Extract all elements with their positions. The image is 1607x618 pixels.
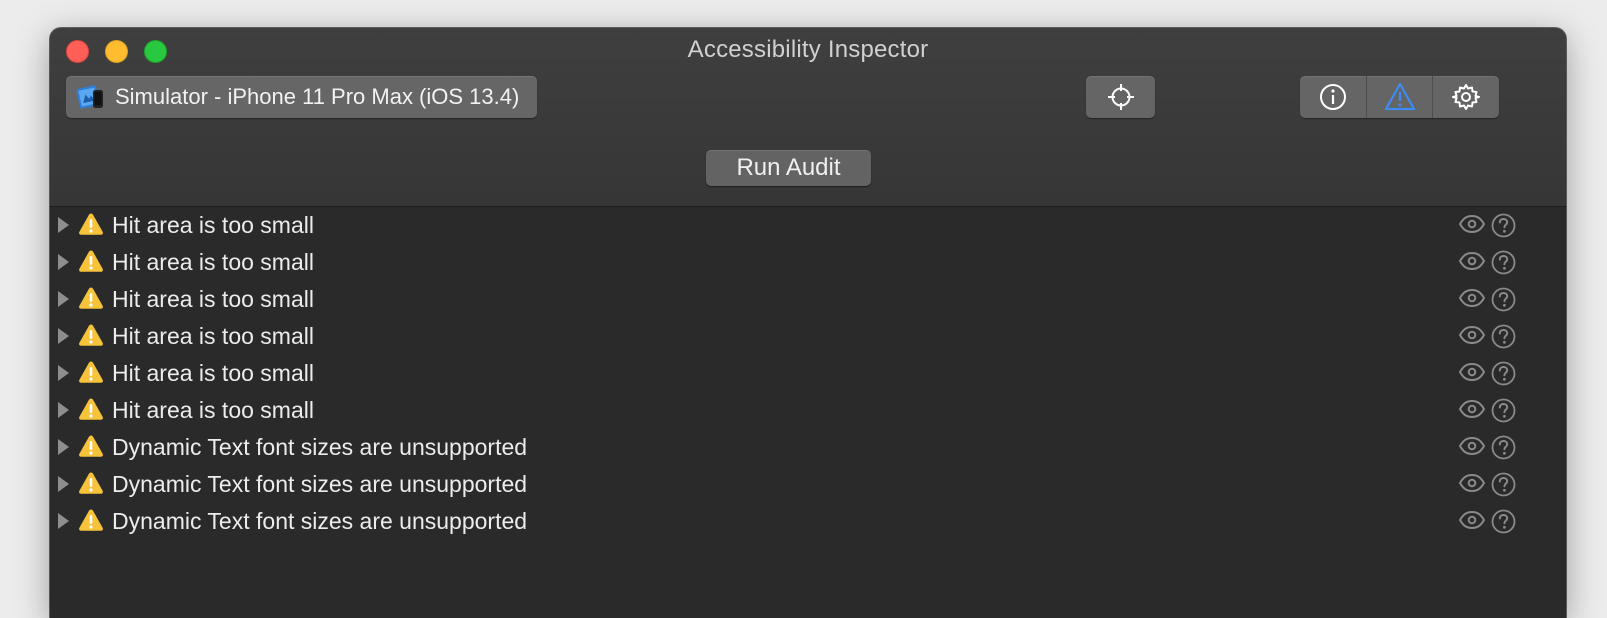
target-selector[interactable]: Simulator - iPhone 11 Pro Max (iOS 13.4): [66, 76, 537, 118]
gear-icon: [1452, 84, 1481, 110]
eye-icon[interactable]: [1458, 214, 1486, 234]
warning-icon: [79, 213, 103, 235]
audit-mode-tab[interactable]: [1367, 76, 1434, 118]
audit-issue-row[interactable]: Hit area is too small: [50, 244, 1566, 281]
issue-description: Hit area is too small: [112, 323, 314, 349]
warning-icon: [1384, 82, 1415, 111]
warning-icon: [79, 287, 103, 309]
audit-issue-row[interactable]: Hit area is too small: [50, 392, 1566, 429]
inspection-mode-tab[interactable]: [1300, 76, 1367, 118]
eye-icon[interactable]: [1458, 510, 1486, 530]
warning-icon: [79, 435, 103, 457]
disclosure-triangle-icon[interactable]: [58, 439, 69, 455]
audit-results-list: Hit area is too small Hit area is too sm…: [50, 207, 1566, 540]
help-icon[interactable]: [1491, 398, 1516, 423]
eye-icon[interactable]: [1458, 251, 1486, 271]
issue-description: Hit area is too small: [112, 360, 314, 386]
run-audit-button[interactable]: Run Audit: [706, 150, 871, 186]
audit-issue-row[interactable]: Hit area is too small: [50, 355, 1566, 392]
issue-description: Dynamic Text font sizes are unsupported: [112, 471, 528, 497]
warning-icon: [79, 472, 103, 494]
warning-icon: [79, 509, 103, 531]
help-icon[interactable]: [1491, 287, 1516, 312]
eye-icon[interactable]: [1458, 436, 1486, 456]
disclosure-triangle-icon[interactable]: [58, 365, 69, 381]
warning-icon: [79, 324, 103, 346]
help-icon[interactable]: [1491, 213, 1516, 238]
eye-icon[interactable]: [1458, 325, 1486, 345]
eye-icon[interactable]: [1458, 473, 1486, 493]
issue-description: Dynamic Text font sizes are unsupported: [112, 508, 528, 534]
warning-icon: [79, 398, 103, 420]
disclosure-triangle-icon[interactable]: [58, 254, 69, 270]
target-selector-label: Simulator - iPhone 11 Pro Max (iOS 13.4): [115, 84, 520, 109]
audit-issue-row[interactable]: Hit area is too small: [50, 207, 1566, 244]
eye-icon[interactable]: [1458, 362, 1486, 382]
issue-description: Hit area is too small: [112, 397, 314, 423]
help-icon[interactable]: [1491, 509, 1516, 534]
title-bar: Accessibility Inspector Simulator - iPho…: [50, 28, 1566, 207]
warning-icon: [79, 250, 103, 272]
crosshair-icon: [1107, 84, 1134, 110]
disclosure-triangle-icon[interactable]: [58, 291, 69, 307]
issue-description: Hit area is too small: [112, 249, 314, 275]
disclosure-triangle-icon[interactable]: [58, 217, 69, 233]
issue-description: Hit area is too small: [112, 212, 314, 238]
help-icon[interactable]: [1491, 435, 1516, 460]
disclosure-triangle-icon[interactable]: [58, 328, 69, 344]
help-icon[interactable]: [1491, 361, 1516, 386]
settings-mode-tab[interactable]: [1433, 76, 1499, 118]
warning-icon: [79, 361, 103, 383]
audit-issue-row[interactable]: Hit area is too small: [50, 318, 1566, 355]
disclosure-triangle-icon[interactable]: [58, 402, 69, 418]
simulator-icon: [76, 85, 103, 109]
audit-issue-row[interactable]: Dynamic Text font sizes are unsupported: [50, 429, 1566, 466]
accessibility-inspector-window: Accessibility Inspector Simulator - iPho…: [50, 28, 1566, 618]
help-icon[interactable]: [1491, 324, 1516, 349]
inspector-mode-segmented-control: [1300, 76, 1499, 118]
issue-description: Dynamic Text font sizes are unsupported: [112, 434, 528, 460]
info-icon: [1319, 84, 1346, 110]
disclosure-triangle-icon[interactable]: [58, 513, 69, 529]
help-icon[interactable]: [1491, 250, 1516, 275]
eye-icon[interactable]: [1458, 288, 1486, 308]
audit-issue-row[interactable]: Hit area is too small: [50, 281, 1566, 318]
issue-description: Hit area is too small: [112, 286, 314, 312]
eye-icon[interactable]: [1458, 399, 1486, 419]
audit-issue-row[interactable]: Dynamic Text font sizes are unsupported: [50, 466, 1566, 503]
disclosure-triangle-icon[interactable]: [58, 476, 69, 492]
audit-issue-row[interactable]: Dynamic Text font sizes are unsupported: [50, 503, 1566, 540]
help-icon[interactable]: [1491, 472, 1516, 497]
inspection-pointer-button[interactable]: [1086, 76, 1155, 118]
window-title: Accessibility Inspector: [687, 36, 929, 63]
